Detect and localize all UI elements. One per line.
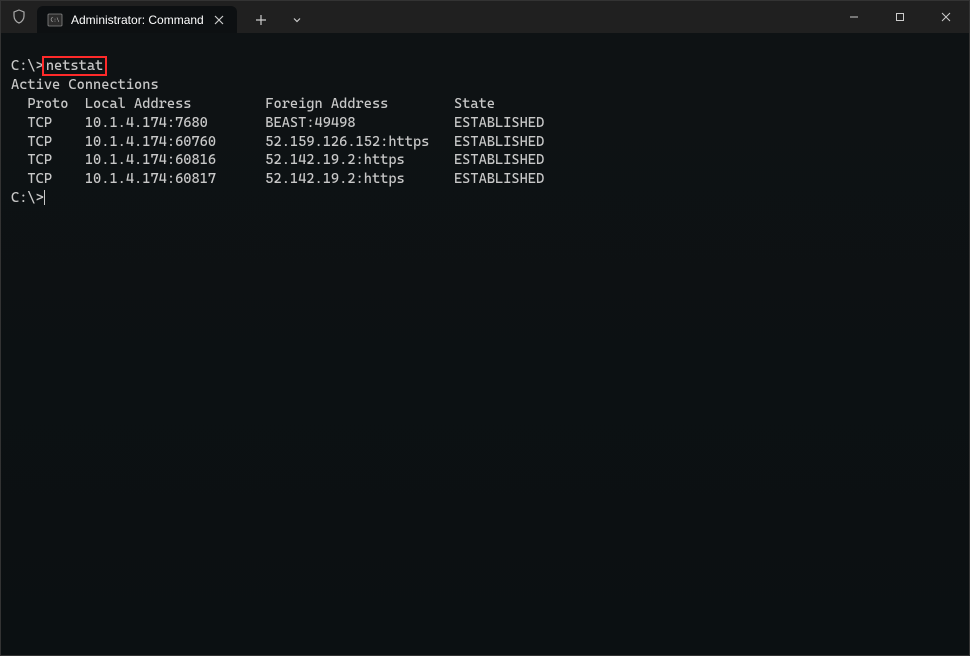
output-header: Active Connections	[11, 76, 959, 95]
prompt-line-1: C:\>netstat	[11, 57, 959, 76]
chevron-down-icon	[292, 15, 302, 25]
table-row: TCP 10.1.4.174:60816 52.142.19.2:https E…	[11, 151, 959, 170]
close-window-button[interactable]	[923, 1, 969, 33]
table-row: TCP 10.1.4.174:60817 52.142.19.2:https E…	[11, 170, 959, 189]
prompt-path: C:\>	[11, 190, 44, 206]
command-highlight: netstat	[42, 56, 107, 76]
close-icon	[214, 15, 224, 25]
shield-icon-area	[1, 1, 37, 33]
table-row: TCP 10.1.4.174:60760 52.159.126.152:http…	[11, 133, 959, 152]
tab-close-button[interactable]	[211, 12, 227, 28]
cursor	[44, 190, 45, 205]
minimize-button[interactable]	[831, 1, 877, 33]
shield-icon	[11, 9, 27, 25]
terminal-output[interactable]: C:\>netstat Active Connections Proto Loc…	[1, 33, 969, 655]
window-controls	[831, 1, 969, 33]
active-tab[interactable]: C:\ Administrator: Command Prom	[37, 6, 237, 33]
tab-actions	[237, 6, 313, 33]
tab-dropdown-button[interactable]	[281, 6, 313, 33]
maximize-button[interactable]	[877, 1, 923, 33]
titlebar-drag-area[interactable]	[313, 1, 831, 33]
titlebar: C:\ Administrator: Command Prom	[1, 1, 969, 33]
new-tab-button[interactable]	[245, 6, 277, 33]
prompt-line-2: C:\>	[11, 189, 959, 208]
table-header-row: Proto Local Address Foreign Address Stat…	[11, 95, 959, 114]
minimize-icon	[849, 12, 859, 22]
close-icon	[941, 12, 951, 22]
maximize-icon	[895, 12, 905, 22]
cmd-icon: C:\	[47, 12, 63, 28]
tab-title: Administrator: Command Prom	[71, 13, 203, 27]
table-row: TCP 10.1.4.174:7680 BEAST:49498 ESTABLIS…	[11, 114, 959, 133]
prompt-path: C:\>	[11, 58, 44, 74]
plus-icon	[255, 14, 267, 26]
svg-text:C:\: C:\	[51, 17, 60, 23]
